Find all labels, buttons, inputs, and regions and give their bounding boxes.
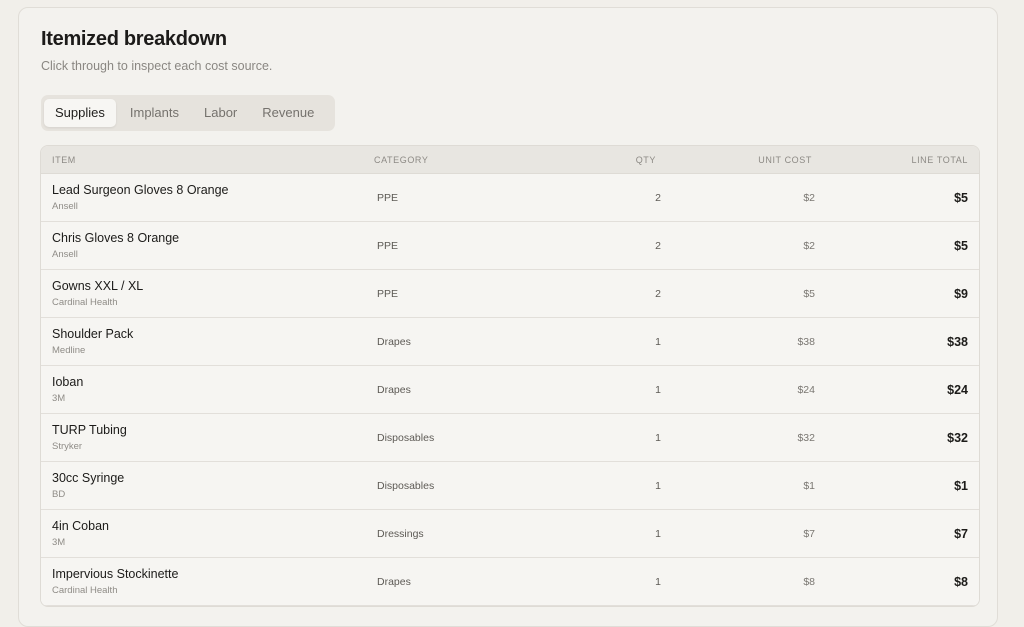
page-subtitle: Click through to inspect each cost sourc… bbox=[41, 59, 273, 73]
item-unit-cost: $24 bbox=[797, 384, 815, 396]
table-row[interactable]: Lead Surgeon Gloves 8 Orange Ansell PPE 2 $2… bbox=[41, 174, 979, 222]
item-qty: 2 bbox=[655, 288, 661, 300]
table-body: Lead Surgeon Gloves 8 Orange Ansell PPE 2 $2… bbox=[41, 174, 979, 606]
column-header-line-total[interactable]: LINE TOTAL bbox=[911, 155, 968, 165]
item-line-total: $1 bbox=[954, 479, 968, 493]
item-qty: 1 bbox=[655, 528, 661, 540]
item-vendor: Medline bbox=[52, 345, 86, 356]
item-name: Chris Gloves 8 Orange bbox=[52, 231, 180, 245]
tab-supplies[interactable]: Supplies bbox=[44, 99, 116, 127]
item-category: Drapes bbox=[377, 384, 411, 396]
item-qty: 1 bbox=[655, 480, 661, 492]
cost-source-tabs: Supplies Implants Labor Revenue bbox=[41, 95, 335, 131]
item-category: Disposables bbox=[377, 480, 435, 492]
supplies-table: ITEM CATEGORY QTY UNIT COST LINE TOTAL L… bbox=[40, 145, 980, 607]
table-header: ITEM CATEGORY QTY UNIT COST LINE TOTAL bbox=[41, 146, 979, 174]
item-unit-cost: $5 bbox=[803, 288, 815, 300]
table-row[interactable]: Impervious Stockinette Cardinal Health Dra… bbox=[41, 558, 979, 606]
page-title: Itemized breakdown bbox=[41, 28, 227, 50]
item-unit-cost: $8 bbox=[803, 576, 815, 588]
item-line-total: $5 bbox=[954, 239, 968, 253]
item-vendor: Cardinal Health bbox=[52, 297, 118, 308]
item-name: Gowns XXL / XL bbox=[52, 279, 144, 293]
table-row[interactable]: Gowns XXL / XL Cardinal Health PPE 2 $5 $9 bbox=[41, 270, 979, 318]
item-unit-cost: $2 bbox=[803, 192, 815, 204]
item-category: Disposables bbox=[377, 432, 435, 444]
item-line-total: $32 bbox=[947, 431, 968, 445]
table-row[interactable]: Chris Gloves 8 Orange Ansell PPE 2 $2 $5 bbox=[41, 222, 979, 270]
table-row[interactable]: 4in Coban 3M Dressings 1 $7 $7 bbox=[41, 510, 979, 558]
column-header-category[interactable]: CATEGORY bbox=[374, 155, 428, 165]
tab-revenue[interactable]: Revenue bbox=[251, 99, 325, 127]
item-qty: 1 bbox=[655, 576, 661, 588]
item-category: PPE bbox=[377, 192, 399, 204]
table-row[interactable]: Ioban 3M Drapes 1 $24 $24 bbox=[41, 366, 979, 414]
item-line-total: $5 bbox=[954, 191, 968, 205]
column-header-qty[interactable]: QTY bbox=[636, 155, 656, 165]
item-category: PPE bbox=[377, 240, 399, 252]
item-vendor: Cardinal Health bbox=[52, 585, 118, 596]
item-vendor: BD bbox=[52, 489, 66, 500]
item-qty: 2 bbox=[655, 240, 661, 252]
item-name: 4in Coban bbox=[52, 519, 109, 533]
tab-labor[interactable]: Labor bbox=[193, 99, 248, 127]
item-vendor: Ansell bbox=[52, 201, 78, 212]
item-qty: 2 bbox=[655, 192, 661, 204]
tab-implants[interactable]: Implants bbox=[119, 99, 190, 127]
item-vendor: Ansell bbox=[52, 249, 78, 260]
item-qty: 1 bbox=[655, 336, 661, 348]
table-row[interactable]: 30cc Syringe BD Disposables 1 $1 $1 bbox=[41, 462, 979, 510]
item-line-total: $7 bbox=[954, 527, 968, 541]
item-name: 30cc Syringe bbox=[52, 471, 125, 485]
item-name: Impervious Stockinette bbox=[52, 567, 179, 581]
item-name: TURP Tubing bbox=[52, 423, 127, 437]
column-header-unit-cost[interactable]: UNIT COST bbox=[758, 155, 812, 165]
table-row[interactable]: Shoulder Pack Medline Drapes 1 $38 $38 bbox=[41, 318, 979, 366]
item-unit-cost: $38 bbox=[797, 336, 815, 348]
item-line-total: $8 bbox=[954, 575, 968, 589]
item-category: Dressings bbox=[377, 528, 424, 540]
item-name: Shoulder Pack bbox=[52, 327, 134, 341]
table-row[interactable]: TURP Tubing Stryker Disposables 1 $32 $32 bbox=[41, 414, 979, 462]
item-vendor: Stryker bbox=[52, 441, 83, 452]
item-line-total: $9 bbox=[954, 287, 968, 301]
item-unit-cost: $1 bbox=[803, 480, 815, 492]
itemized-breakdown-card: Itemized breakdown Click through to insp… bbox=[18, 7, 998, 627]
item-vendor: 3M bbox=[52, 393, 66, 404]
item-line-total: $38 bbox=[947, 335, 968, 349]
item-qty: 1 bbox=[655, 384, 661, 396]
column-header-item[interactable]: ITEM bbox=[52, 155, 76, 165]
item-vendor: 3M bbox=[52, 537, 66, 548]
item-line-total: $24 bbox=[947, 383, 968, 397]
item-category: Drapes bbox=[377, 336, 411, 348]
item-category: PPE bbox=[377, 288, 399, 300]
item-unit-cost: $7 bbox=[803, 528, 815, 540]
item-unit-cost: $32 bbox=[797, 432, 815, 444]
item-qty: 1 bbox=[655, 432, 661, 444]
item-name: Lead Surgeon Gloves 8 Orange bbox=[52, 183, 229, 197]
item-category: Drapes bbox=[377, 576, 411, 588]
item-unit-cost: $2 bbox=[803, 240, 815, 252]
item-name: Ioban bbox=[52, 375, 84, 389]
